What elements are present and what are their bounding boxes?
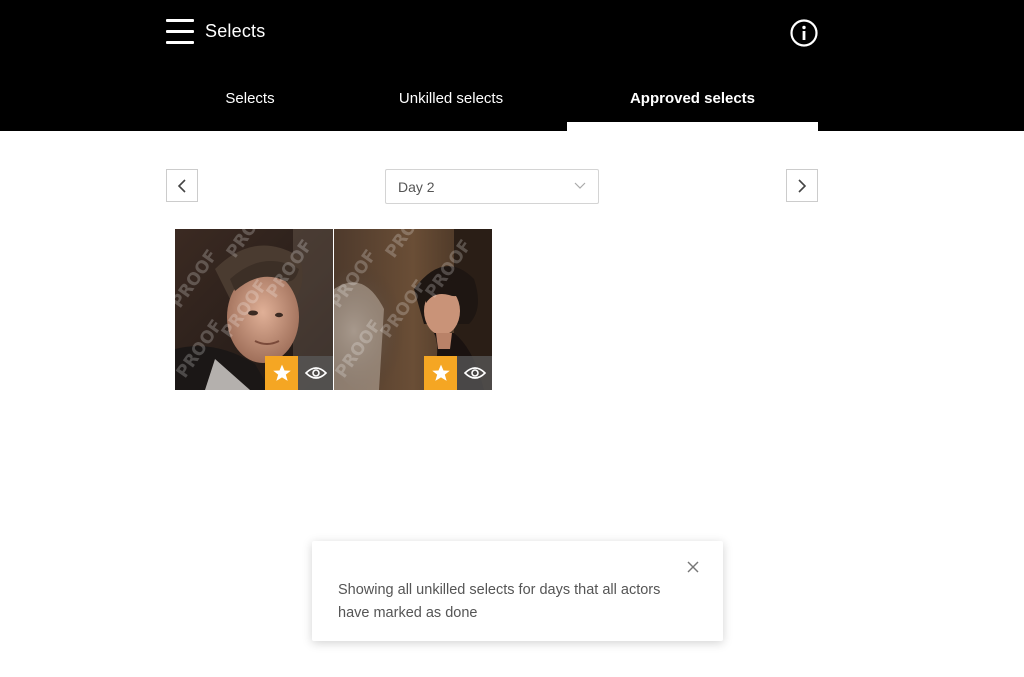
star-icon <box>272 364 291 381</box>
info-icon[interactable] <box>789 18 819 48</box>
active-tab-indicator <box>567 122 818 131</box>
tab-bar: Selects Unkilled selects Approved select… <box>166 78 818 131</box>
chevron-left-icon <box>177 178 186 193</box>
hamburger-line <box>166 30 194 33</box>
notification-toast: Showing all unkilled selects for days th… <box>312 541 723 641</box>
page-title: Selects <box>205 21 266 41</box>
chevron-down-icon <box>574 182 586 189</box>
chevron-right-icon <box>798 178 807 193</box>
hamburger-line <box>166 41 194 44</box>
hamburger-icon[interactable] <box>166 18 194 46</box>
tab-selects[interactable]: Selects <box>166 78 334 131</box>
tab-approved-selects[interactable]: Approved selects <box>567 78 818 131</box>
eye-icon <box>463 367 486 379</box>
day-dropdown[interactable]: Day 2 <box>385 169 599 204</box>
toast-message: Showing all unkilled selects for days th… <box>338 582 661 621</box>
top-bar: Selects Selects Unkilled selects Approve… <box>0 0 1024 131</box>
star-button[interactable] <box>265 356 298 390</box>
star-button[interactable] <box>424 356 457 390</box>
star-icon <box>431 364 450 381</box>
day-dropdown-value: Day 2 <box>398 179 435 195</box>
photo-thumbnail[interactable]: PROOF PROOF PROOF PROOF PROOF <box>334 229 492 390</box>
eye-icon <box>304 367 327 379</box>
close-icon[interactable] <box>686 560 700 574</box>
view-button[interactable] <box>298 356 333 390</box>
tab-unkilled-selects[interactable]: Unkilled selects <box>351 78 551 131</box>
hamburger-line <box>166 19 194 22</box>
tab-label: Approved selects <box>629 90 756 107</box>
photo-thumbnail[interactable]: PROOF PROOF PROOF PROOF PROOF <box>175 229 333 390</box>
prev-day-button[interactable] <box>166 169 198 202</box>
next-day-button[interactable] <box>786 169 818 202</box>
view-button[interactable] <box>457 356 492 390</box>
